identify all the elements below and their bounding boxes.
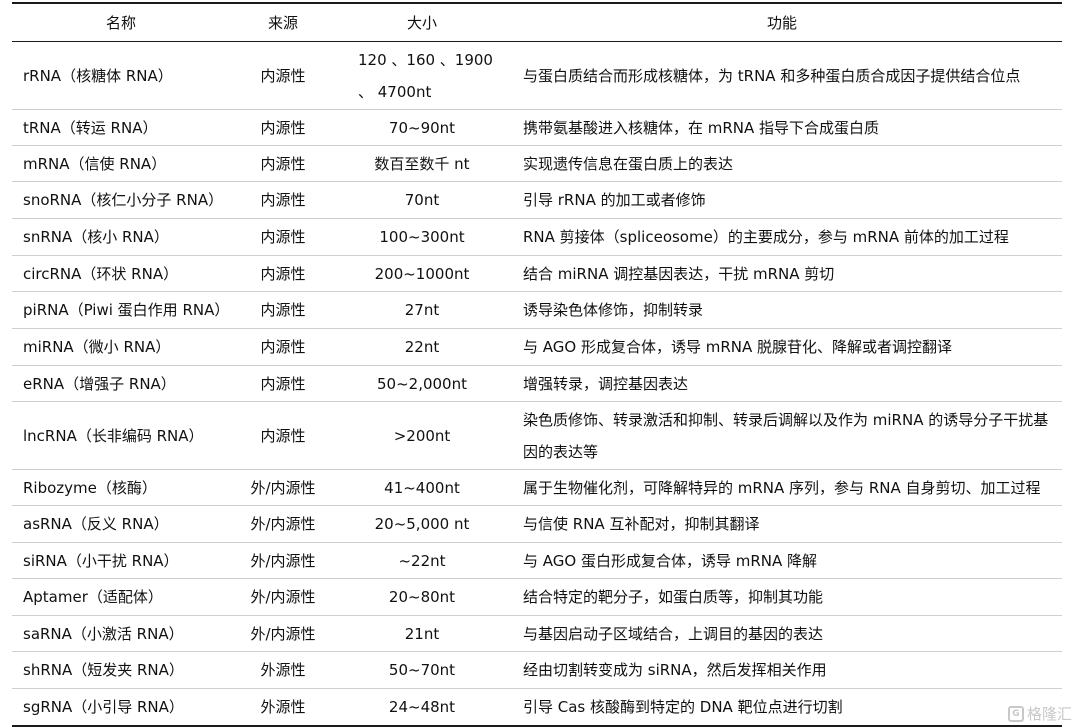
cell-size: 50~2,000nt [377, 374, 467, 393]
cell-source: 内源性 [260, 228, 306, 246]
cell-source: 内源性 [260, 301, 306, 319]
cell-size: ~22nt [398, 551, 446, 570]
cell-source: 内源性 [260, 426, 306, 445]
cell-source: 内源性 [260, 154, 306, 173]
cell-function: 携带氨基酸进入核糖体，在 mRNA 指导下合成蛋白质 [523, 118, 880, 137]
cell-name: piRNA（Piwi 蛋白作用 RNA） [23, 301, 230, 319]
cell-source: 外源性 [260, 698, 306, 716]
cell-function: 染色质修饰、转录激活和抑制、转录后调解以及作为 miRNA 的诱导分子干扰基因的… [523, 410, 1049, 461]
table-row: Aptamer（适配体） 外/内源性 20~80nt 结合特定的靶分子，如蛋白质等，抑… [12, 579, 1062, 616]
cell-name: snoRNA（核仁小分子 RNA） [23, 191, 224, 209]
cell-name: eRNA（增强子 RNA） [23, 374, 176, 393]
cell-name: shRNA（短发夹 RNA） [23, 661, 184, 679]
cell-name: asRNA（反义 RNA） [23, 515, 169, 533]
cell-size: 50~70nt [388, 661, 456, 679]
table-row: tRNA（转运 RNA） 内源性 70~90nt 携带氨基酸进入核糖体，在 mRNA … [12, 110, 1062, 146]
table-row: lncRNA（长非编码 RNA） 内源性 >200nt 染色质修饰、转录激活和抑制、转… [12, 402, 1062, 470]
header-function: 功能 [766, 13, 797, 32]
table-row: circRNA（环状 RNA） 内源性 200~1000nt 结合 miRNA 调控基… [12, 256, 1062, 292]
cell-size: 70~90nt [388, 118, 456, 137]
cell-size: 120 、160 、1900 、 4700nt [358, 50, 493, 101]
table-bottom-rule [12, 725, 1062, 727]
cell-source: 内源性 [260, 191, 306, 209]
cell-name: rRNA（核糖体 RNA） [23, 66, 173, 85]
cell-source: 外/内源性 [250, 478, 316, 497]
watermark-text: 格隆汇 [1026, 705, 1072, 723]
cell-function: 与信使 RNA 互补配对，抑制其翻译 [523, 515, 760, 533]
table-row: rRNA（核糖体 RNA） 内源性 120 、160 、1900 、 4700nt 与… [12, 42, 1062, 110]
cell-name: mRNA（信使 RNA） [23, 154, 167, 173]
cell-function: 结合特定的靶分子，如蛋白质等，抑制其功能 [523, 588, 824, 606]
cell-function: 与 AGO 形成复合体，诱导 mRNA 脱腺苷化、降解或者调控翻译 [523, 338, 953, 356]
cell-size: 70nt [404, 191, 440, 209]
table-row: eRNA（增强子 RNA） 内源性 50~2,000nt 增强转录，调控基因表达 [12, 366, 1062, 402]
table-body: rRNA（核糖体 RNA） 内源性 120 、160 、1900 、 4700nt 与… [12, 42, 1062, 725]
header-name: 名称 [105, 13, 136, 32]
cell-source: 内源性 [260, 264, 306, 283]
table-row: siRNA（小干扰 RNA） 外/内源性 ~22nt 与 AGO 蛋白形成复合体，诱导… [12, 543, 1062, 579]
cell-name: sgRNA（小引导 RNA） [23, 698, 184, 716]
cell-size: 200~1000nt [374, 264, 470, 283]
cell-source: 外/内源性 [250, 588, 316, 606]
cell-source: 外/内源性 [250, 624, 316, 643]
cell-size: 21nt [404, 624, 440, 643]
cell-name: tRNA（转运 RNA） [23, 118, 158, 137]
table-row: piRNA（Piwi 蛋白作用 RNA） 内源性 27nt 诱导染色体修饰，抑制转录 [12, 292, 1062, 329]
cell-size: 20~80nt [388, 588, 456, 606]
cell-source: 内源性 [260, 374, 306, 393]
cell-size: 数百至数千 nt [374, 154, 470, 173]
cell-function: 结合 miRNA 调控基因表达，干扰 mRNA 剪切 [523, 264, 835, 283]
table-row: miRNA（微小 RNA） 内源性 22nt 与 AGO 形成复合体，诱导 mRNA … [12, 329, 1062, 366]
cell-name: siRNA（小干扰 RNA） [23, 551, 179, 570]
table-row: snRNA（核小 RNA） 内源性 100~300nt RNA 剪接体（spliceo… [12, 219, 1062, 256]
cell-size: 100~300nt [379, 228, 465, 246]
cell-source: 内源性 [260, 118, 306, 137]
cell-source: 外源性 [260, 661, 306, 679]
header-size: 大小 [406, 13, 437, 32]
cell-function: 引导 Cas 核酸酶到特定的 DNA 靶位点进行切割 [523, 698, 843, 716]
table-row: snoRNA（核仁小分子 RNA） 内源性 70nt 引导 rRNA 的加工或者修饰 [12, 182, 1062, 219]
cell-source: 外/内源性 [250, 515, 316, 533]
cell-name: snRNA（核小 RNA） [23, 228, 169, 246]
table-row: shRNA（短发夹 RNA） 外源性 50~70nt 经由切割转变成为 siRNA，然… [12, 652, 1062, 689]
watermark: G 格隆汇 [1007, 703, 1072, 724]
table-row: sgRNA（小引导 RNA） 外源性 24~48nt 引导 Cas 核酸酶到特定的 D… [12, 689, 1062, 725]
cell-size: 20~5,000 nt [374, 515, 470, 533]
header-source: 来源 [267, 13, 298, 32]
cell-name: Aptamer（适配体） [23, 588, 163, 606]
table-header: 名称 来源 大小 功能 [12, 4, 1062, 41]
cell-function: 经由切割转变成为 siRNA，然后发挥相关作用 [523, 661, 827, 679]
cell-name: miRNA（微小 RNA） [23, 338, 171, 356]
cell-size: 22nt [404, 338, 440, 356]
cell-name: Ribozyme（核酶） [23, 478, 157, 497]
watermark-logo-icon: G [1007, 705, 1024, 722]
cell-size: >200nt [393, 426, 451, 445]
rna-table: 名称 来源 大小 功能 rRNA（核糖体 RNA） 内源性 120 、160 、19… [12, 2, 1062, 727]
cell-function: 实现遗传信息在蛋白质上的表达 [523, 154, 734, 173]
cell-function: 与蛋白质结合而形成核糖体，为 tRNA 和多种蛋白质合成因子提供结合位点 [523, 66, 1021, 85]
cell-function: 增强转录，调控基因表达 [523, 374, 689, 393]
table-row: Ribozyme（核酶） 外/内源性 41~400nt 属于生物催化剂，可降解特异的 … [12, 470, 1062, 506]
cell-size: 24~48nt [388, 698, 456, 716]
table-row: asRNA（反义 RNA） 外/内源性 20~5,000 nt 与信使 RNA 互补配… [12, 506, 1062, 543]
cell-source: 外/内源性 [250, 551, 316, 570]
table-row: saRNA（小激活 RNA） 外/内源性 21nt 与基因启动子区域结合，上调目的基因… [12, 616, 1062, 652]
cell-name: saRNA（小激活 RNA） [23, 624, 184, 643]
cell-name: circRNA（环状 RNA） [23, 264, 179, 283]
cell-function: 与基因启动子区域结合，上调目的基因的表达 [523, 624, 824, 643]
cell-function: RNA 剪接体（spliceosome）的主要成分，参与 mRNA 前体的加工过… [523, 228, 1009, 246]
cell-source: 内源性 [260, 338, 306, 356]
cell-size: 27nt [404, 301, 440, 319]
cell-function: 诱导染色体修饰，抑制转录 [523, 301, 704, 319]
cell-function: 引导 rRNA 的加工或者修饰 [523, 191, 706, 209]
cell-function: 属于生物催化剂，可降解特异的 mRNA 序列，参与 RNA 自身剪切、加工过程 [523, 478, 1041, 497]
cell-function: 与 AGO 蛋白形成复合体，诱导 mRNA 降解 [523, 551, 818, 570]
cell-source: 内源性 [260, 66, 306, 85]
cell-name: lncRNA（长非编码 RNA） [23, 426, 204, 445]
table-row: mRNA（信使 RNA） 内源性 数百至数千 nt 实现遗传信息在蛋白质上的表达 [12, 146, 1062, 182]
cell-size: 41~400nt [384, 478, 460, 497]
